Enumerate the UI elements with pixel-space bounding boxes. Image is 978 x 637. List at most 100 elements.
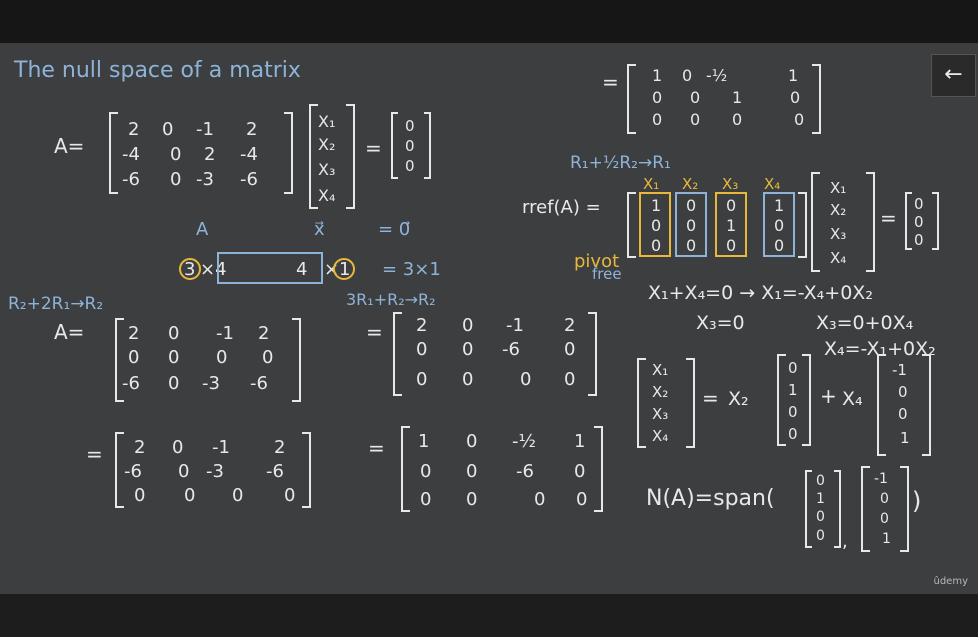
svg-text:0: 0 bbox=[816, 509, 825, 525]
a-r3c2: 0 bbox=[170, 169, 181, 190]
video-bottom-bar bbox=[0, 594, 978, 637]
a-r2c3: 2 bbox=[204, 144, 215, 165]
svg-text:1: 1 bbox=[726, 216, 736, 235]
svg-text:0: 0 bbox=[726, 236, 736, 255]
svg-text:0: 0 bbox=[682, 66, 692, 85]
svg-text:0: 0 bbox=[816, 528, 825, 544]
svg-text:0: 0 bbox=[732, 110, 742, 129]
null-basis-1: 0 1 0 0 bbox=[805, 470, 841, 548]
svg-text:0: 0 bbox=[284, 485, 295, 506]
rref-label: rref(A) = bbox=[522, 197, 601, 218]
svg-text:0: 0 bbox=[816, 473, 825, 489]
svg-text:X₁+X₄=0 → X₁=-X₄+0X₂: X₁+X₄=0 → X₁=-X₄+0X₂ bbox=[648, 282, 873, 304]
svg-text:0: 0 bbox=[690, 110, 700, 129]
rref-zero-vector: 0 0 0 bbox=[905, 192, 939, 250]
svg-text:0: 0 bbox=[128, 347, 139, 368]
svg-text:=: = bbox=[86, 442, 103, 466]
svg-text:1: 1 bbox=[418, 431, 429, 452]
svg-text:0: 0 bbox=[914, 231, 924, 249]
svg-text:1: 1 bbox=[774, 196, 784, 215]
x1: X₁ bbox=[318, 112, 335, 131]
svg-text:X₃=0+0X₄: X₃=0+0X₄ bbox=[816, 312, 914, 334]
svg-text:2: 2 bbox=[128, 323, 139, 344]
svg-text:1: 1 bbox=[651, 196, 661, 215]
svg-text:0: 0 bbox=[914, 195, 924, 213]
svg-text:-1: -1 bbox=[216, 323, 234, 344]
svg-text:0: 0 bbox=[232, 485, 243, 506]
null-basis-2: -1 0 0 1 bbox=[861, 466, 909, 552]
row-op-2: 3R₁+R₂→R₂ bbox=[346, 290, 436, 309]
svg-text:0: 0 bbox=[416, 339, 427, 360]
svg-text:-6: -6 bbox=[250, 373, 268, 394]
a-r2c1: -4 bbox=[122, 144, 140, 165]
x3: X₃ bbox=[318, 160, 335, 179]
svg-text:1: 1 bbox=[788, 381, 798, 399]
svg-text:1: 1 bbox=[339, 259, 350, 280]
svg-text:X₁: X₁ bbox=[643, 175, 659, 193]
param-v4: -1 0 0 1 bbox=[877, 354, 931, 456]
svg-text:-3: -3 bbox=[202, 373, 220, 394]
svg-text:1: 1 bbox=[732, 88, 742, 107]
svg-text:0: 0 bbox=[462, 339, 473, 360]
param-v2: 0 1 0 0 bbox=[777, 354, 811, 446]
a-r3c4: -6 bbox=[240, 169, 258, 190]
matrix-a-label: A= bbox=[54, 134, 84, 158]
null-space: N(A)=span( bbox=[646, 486, 775, 511]
svg-text:X₃: X₃ bbox=[652, 405, 668, 423]
svg-text:0: 0 bbox=[774, 216, 784, 235]
svg-text:4: 4 bbox=[296, 259, 307, 280]
svg-text:2: 2 bbox=[258, 323, 269, 344]
svg-text:0: 0 bbox=[686, 236, 696, 255]
label-a: A bbox=[196, 219, 209, 240]
svg-text:+: + bbox=[820, 384, 837, 408]
svg-text:0: 0 bbox=[576, 489, 587, 510]
free-label: free bbox=[592, 265, 622, 283]
svg-text:=: = bbox=[880, 206, 897, 230]
step1-label: A= bbox=[54, 320, 84, 344]
svg-text:-6: -6 bbox=[124, 461, 142, 482]
svg-text:1: 1 bbox=[900, 429, 910, 447]
svg-text:X₄: X₄ bbox=[764, 175, 780, 193]
matrix-a: 2 0 -1 2 -4 0 2 -4 -6 0 -3 -6 bbox=[109, 112, 293, 194]
svg-text:=: = bbox=[602, 70, 619, 94]
vector-x: X₁ X₂ X₃ X₄ bbox=[309, 104, 355, 209]
equations: X₁+X₄=0 → X₁=-X₄+0X₂ X₃=0 X₃=0+0X₄ X₄=-X… bbox=[648, 282, 936, 360]
svg-text:0: 0 bbox=[405, 157, 415, 175]
svg-text:0: 0 bbox=[466, 489, 477, 510]
a-r3c3: -3 bbox=[196, 169, 214, 190]
rref-x-vector: X₁ X₂ X₃ X₄ bbox=[811, 172, 875, 272]
svg-text:2: 2 bbox=[134, 437, 145, 458]
svg-text:0: 0 bbox=[686, 196, 696, 215]
a-r1c3: -1 bbox=[196, 119, 214, 140]
video-top-bar bbox=[0, 0, 978, 43]
svg-text:X₃: X₃ bbox=[830, 225, 846, 243]
svg-text:0: 0 bbox=[520, 369, 531, 390]
svg-text:X₂: X₂ bbox=[652, 383, 668, 401]
matrix-step3: 2 0 -1 2 0 0 -6 0 0 0 0 0 bbox=[393, 312, 597, 396]
svg-text:=: = bbox=[365, 136, 382, 160]
title: The null space of a matrix bbox=[13, 58, 301, 83]
x2: X₂ bbox=[318, 135, 335, 154]
svg-text:0: 0 bbox=[651, 216, 661, 235]
svg-text:X₃: X₃ bbox=[722, 175, 738, 193]
svg-text:0: 0 bbox=[168, 347, 179, 368]
svg-text:0: 0 bbox=[405, 137, 415, 155]
svg-text:-6: -6 bbox=[266, 461, 284, 482]
board-drawing: The null space of a matrix A= 2 0 -1 2 -… bbox=[8, 58, 939, 552]
svg-text:-3: -3 bbox=[206, 461, 224, 482]
matrix-step2: 2 0 -1 2 -6 0 -3 -6 0 0 0 0 bbox=[115, 432, 311, 508]
svg-text:0: 0 bbox=[178, 461, 189, 482]
a-r2c2: 0 bbox=[170, 144, 181, 165]
svg-text:2: 2 bbox=[564, 315, 575, 336]
rref-headers: X₁ X₂ X₃ X₄ bbox=[643, 175, 780, 193]
svg-text:X₂: X₂ bbox=[830, 201, 846, 219]
svg-text:0: 0 bbox=[416, 369, 427, 390]
back-arrow-button[interactable]: ← bbox=[931, 54, 976, 97]
svg-text:0: 0 bbox=[168, 373, 179, 394]
svg-text:0: 0 bbox=[880, 511, 889, 527]
svg-text:0: 0 bbox=[652, 88, 662, 107]
svg-text:0: 0 bbox=[690, 88, 700, 107]
svg-text:): ) bbox=[912, 487, 921, 515]
svg-text:×4: ×4 bbox=[200, 259, 227, 280]
svg-text:3: 3 bbox=[184, 259, 195, 280]
